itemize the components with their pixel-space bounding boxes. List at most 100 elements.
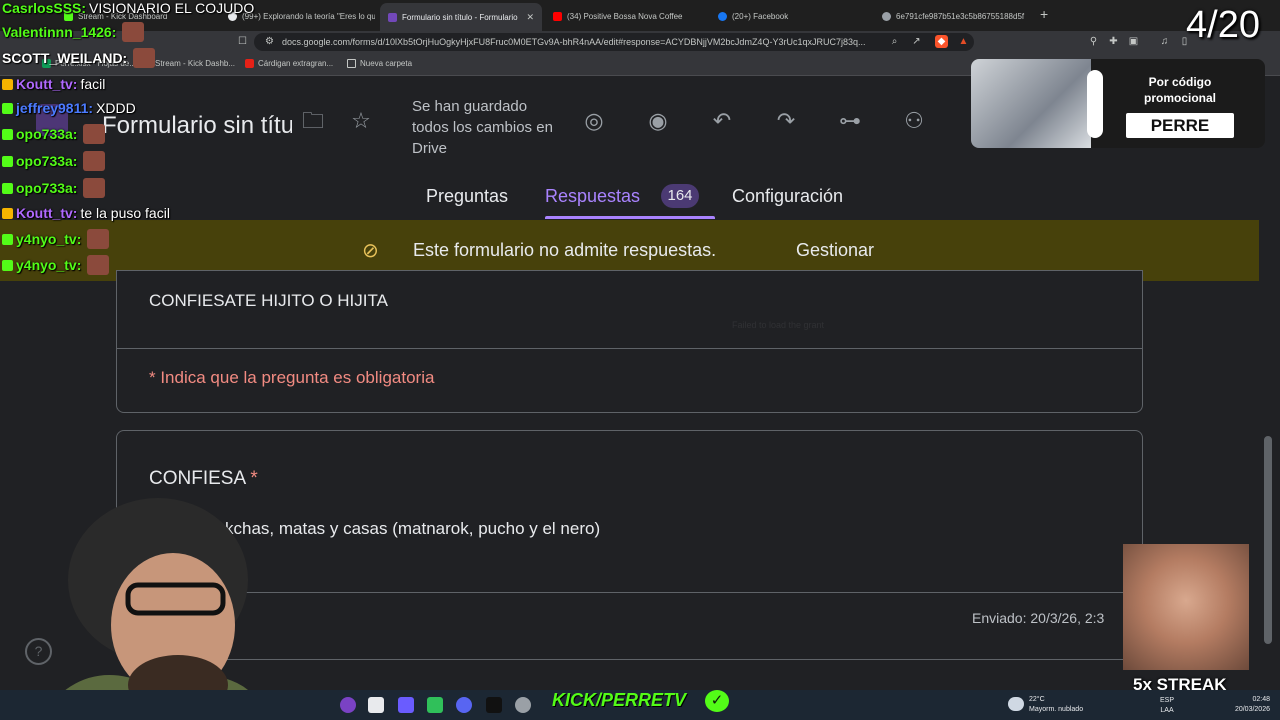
app-icon[interactable]: [368, 697, 384, 713]
folder-icon[interactable]: 🗀: [298, 106, 328, 136]
browser-tab[interactable]: 6e791cfe987b51e3c5b86755188d5f: [874, 4, 1034, 28]
weather-temperature: 22°C: [1029, 696, 1045, 703]
required-note: * Indica que la pregunta es obligatoria: [149, 368, 435, 387]
app-icon[interactable]: [427, 697, 443, 713]
kick-channel-logo: KICK/PERRETV: [552, 690, 687, 710]
clock-date[interactable]: 20/03/2026: [1226, 706, 1270, 713]
url-text: docs.google.com/forms/d/10lXb5tOrjHuOgky…: [282, 37, 866, 47]
tab-questions[interactable]: Preguntas: [426, 186, 508, 207]
scrollbar[interactable]: [1264, 436, 1272, 644]
divider: [117, 592, 1142, 593]
chat-badge-icon: [2, 259, 13, 271]
bookmark-item[interactable]: Cárdigan extragran...: [245, 59, 333, 68]
submitted-timestamp: Enviado: 20/3/26, 2:3: [972, 610, 1105, 626]
site-info-icon[interactable]: ⚙: [263, 35, 276, 48]
chat-message: XDDD: [96, 100, 136, 116]
responses-count-badge: 164: [661, 184, 699, 208]
chat-line: opo733a:: [2, 151, 106, 171]
address-bar[interactable]: docs.google.com/forms/d/10lXb5tOrjHuOgky…: [254, 33, 974, 51]
close-tab-icon[interactable]: ✕: [526, 12, 534, 23]
chat-badge-icon: [2, 182, 13, 194]
bookmark-label: Stream - Kick Dashb...: [155, 59, 236, 68]
verified-check-icon: ✓: [705, 690, 729, 712]
streamer-webcam: [38, 498, 248, 720]
keyboard-layout: LAA: [1160, 707, 1174, 714]
clock-time[interactable]: 02:48: [1230, 696, 1270, 703]
share-icon[interactable]: ↗: [910, 35, 923, 48]
chat-badge-icon: [2, 233, 13, 245]
promo-icons-strip: [1087, 70, 1103, 138]
browser-tab-active[interactable]: Formulario sin título - Formulario ✕: [380, 3, 542, 31]
required-asterisk: *: [250, 468, 258, 489]
bookmark-label: Nueva carpeta: [360, 59, 413, 68]
preview-eye-icon[interactable]: ◉: [643, 106, 673, 136]
zoom-icon[interactable]: ⌕: [888, 35, 901, 48]
manage-button[interactable]: Gestionar: [796, 240, 874, 261]
language-indicator[interactable]: ESP LAA: [1160, 696, 1174, 716]
tab-label: Formulario sin título - Formulario: [402, 12, 518, 22]
tab-responses[interactable]: Respuestas: [545, 186, 640, 207]
forms-favicon-icon: [388, 12, 397, 22]
shop-icon: [245, 59, 254, 68]
form-title[interactable]: Formulario sin título: [102, 112, 292, 140]
chat-emote-icon: [83, 124, 106, 144]
no-responses-icon: ⊘: [362, 240, 379, 262]
chat-username: Valentinnn_1426:: [2, 24, 117, 40]
chat-username: jeffrey9811:: [16, 100, 94, 116]
chat-line: CasrlosSSS: VISIONARIO EL COJUDO: [2, 0, 254, 16]
promo-label: Por código promocional: [1143, 75, 1216, 105]
app-icon[interactable]: [340, 697, 356, 713]
bookmark-item[interactable]: Nueva carpeta: [347, 59, 412, 68]
new-tab-button[interactable]: +: [1040, 6, 1048, 22]
form-tabs: Preguntas Respuestas Configuración: [0, 178, 1280, 220]
add-collaborator-icon[interactable]: ⚇: [899, 106, 929, 136]
link-icon[interactable]: ⊶: [835, 106, 865, 136]
banner-message: Este formulario no admite respuestas.: [413, 240, 717, 260]
tab-settings[interactable]: Configuración: [732, 186, 843, 207]
divider: [117, 348, 1142, 349]
question-text: CONFIESA: [149, 468, 246, 489]
chat-badge-icon: [2, 78, 13, 90]
brave-shield-icon[interactable]: ◆: [935, 35, 948, 48]
wallet-icon[interactable]: ▣: [1127, 35, 1140, 48]
chat-username: Koutt_tv:: [16, 205, 78, 221]
chat-line: opo733a:: [2, 178, 106, 198]
chat-badge-icon: [2, 207, 13, 219]
chat-username: opo733a:: [16, 153, 78, 169]
tab-label: (20+) Facebook: [732, 11, 789, 21]
redo-icon[interactable]: ↷: [771, 106, 801, 136]
undo-icon[interactable]: ↶: [707, 106, 737, 136]
puzzle-icon[interactable]: ✚: [1107, 35, 1120, 48]
bookmark-item[interactable]: Stream - Kick Dashb...: [142, 59, 235, 68]
browser-tab[interactable]: (34) Positive Bossa Nova Coffee: [545, 4, 705, 28]
star-icon[interactable]: ☆: [346, 106, 376, 136]
tab-label: 6e791cfe987b51e3c5b86755188d5f: [896, 11, 1025, 21]
question-title: CONFIESA *: [149, 468, 258, 490]
chat-username: Koutt_tv:: [16, 76, 78, 92]
facebook-favicon-icon: [718, 11, 727, 21]
brave-rewards-icon[interactable]: ▲: [957, 35, 970, 48]
chat-line: SCOTT_WEILAND:: [2, 48, 156, 68]
browser-toolbar: ☐ docs.google.com/forms/d/10lXb5tOrjHuOg…: [0, 31, 1280, 53]
chat-message: te la puso facil: [80, 205, 170, 221]
palette-icon[interactable]: ◎: [579, 106, 609, 136]
app-icon[interactable]: [515, 697, 531, 713]
chat-username: y4nyo_tv:: [16, 257, 82, 273]
media-icon[interactable]: ♫: [1158, 35, 1171, 48]
chat-emote-icon: [87, 255, 110, 275]
chat-line: jeffrey9811: XDDD: [2, 100, 136, 116]
browser-tab[interactable]: (20+) Facebook: [710, 4, 870, 28]
extension-icon[interactable]: ⚲: [1087, 35, 1100, 48]
folder-icon: [347, 59, 356, 68]
bookmark-icon[interactable]: ☐: [236, 35, 249, 48]
section-title: CONFIESATE HIJITO O HIJITA: [149, 291, 388, 310]
app-icon[interactable]: [486, 697, 502, 713]
globe-favicon-icon: [882, 11, 891, 21]
chat-line: opo733a:: [2, 124, 106, 144]
youtube-favicon-icon: [553, 11, 562, 21]
meme-image: [1123, 544, 1249, 670]
discord-icon[interactable]: [456, 697, 472, 713]
app-icon[interactable]: [398, 697, 414, 713]
chat-username: CasrlosSSS:: [2, 0, 87, 16]
bookmark-label: Cárdigan extragran...: [258, 59, 334, 68]
